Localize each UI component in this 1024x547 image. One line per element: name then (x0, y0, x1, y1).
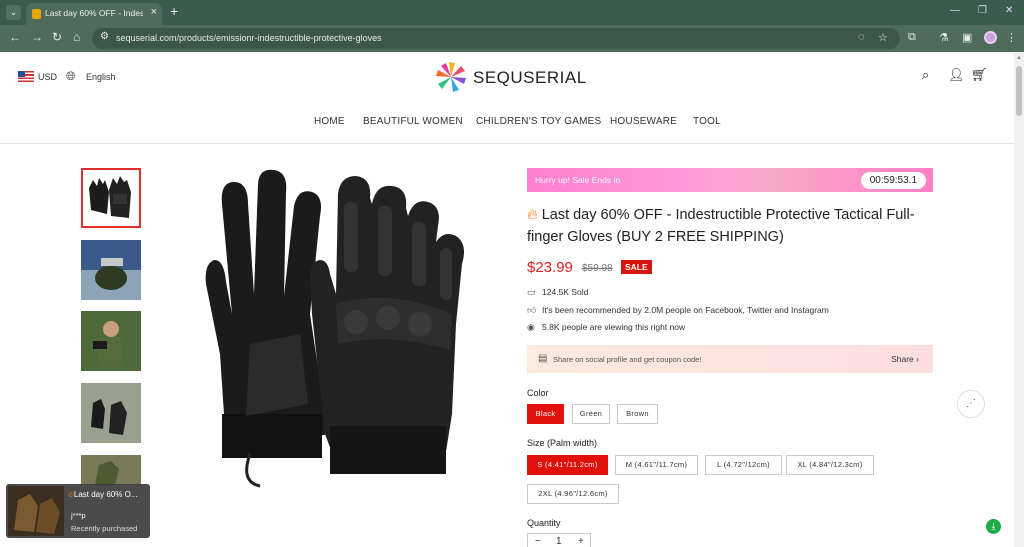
share-coupon-text: Share on social profile and get coupon c… (553, 355, 702, 364)
size-option-l[interactable]: L (4.72"/12cm) (705, 455, 782, 475)
viewers-row: ◉ 5.8K people are viewing this right now (527, 322, 685, 333)
viewers-text: 5.8K people are viewing this right now (542, 322, 686, 332)
countdown-timer: 00:59:53.1 (860, 172, 926, 189)
nav-item-houseware[interactable]: HOUSEWARE (610, 116, 677, 127)
color-label: Color (527, 388, 549, 398)
size-option-xl[interactable]: XL (4.84"/12.3cm) (786, 455, 874, 475)
recent-purchase-popup[interactable]: 🔥︎Last day 60% O... j***p Recently purch… (6, 484, 150, 538)
nav-item-tool[interactable]: TOOL (693, 116, 721, 127)
size-option-s[interactable]: S (4.41"/11.2cm) (527, 455, 608, 475)
window-close-icon[interactable]: ✕ (1005, 5, 1013, 16)
eye-icon: ◉ (527, 322, 535, 332)
profile-avatar[interactable] (984, 31, 997, 44)
share-button[interactable]: Share › (891, 354, 919, 364)
browser-tab-active[interactable]: Last day 60% OFF - Indestr × (26, 3, 162, 25)
bookmark-star-icon[interactable]: ☆ (878, 31, 888, 44)
browser-toolbar: ← → ↻ ⌂ ⚙ sequserial.com/products/emissi… (0, 25, 1024, 52)
page-scrollbar[interactable]: ▲ (1014, 52, 1024, 547)
language-selector[interactable]: English (86, 72, 116, 82)
back-icon[interactable]: ← (9, 30, 21, 44)
compare-at-price: $59.98 (582, 263, 613, 274)
bag-icon: ▭ (527, 287, 536, 297)
quantity-stepper[interactable]: − 1 + (527, 533, 591, 547)
main-navigation: HOME BEAUTIFUL WOMEN CHILDREN'S TOY GAME… (0, 112, 1014, 132)
reload-icon[interactable]: ↻ (52, 30, 62, 44)
size-option-m[interactable]: M (4.61"/11.7cm) (615, 455, 698, 475)
product-price: $23.99 (527, 259, 573, 276)
search-icon[interactable]: ⌕ (922, 67, 929, 83)
account-icon[interactable]: 👤︎ (948, 67, 965, 83)
brand-logo-icon[interactable] (434, 60, 468, 94)
quantity-increase-button[interactable]: + (578, 536, 584, 547)
home-icon[interactable]: ⌂ (73, 30, 80, 44)
menu-kebab-icon[interactable]: ⋮ (1006, 31, 1017, 44)
eye-off-icon[interactable]: ◌ (858, 31, 865, 43)
tab-close-icon[interactable]: × (151, 6, 157, 18)
new-tab-icon[interactable]: + (170, 3, 178, 19)
currency-selector[interactable]: USD (38, 72, 57, 82)
side-panel-icon[interactable]: ▣ (962, 31, 972, 44)
download-app-icon[interactable]: ⤓ (986, 519, 1001, 534)
color-option-green[interactable]: Green (572, 404, 610, 424)
coupon-icon: ▤ (538, 353, 548, 364)
forward-icon[interactable]: → (31, 30, 43, 44)
quantity-label: Quantity (527, 518, 561, 528)
toast-title-text: Last day 60% O... (73, 490, 138, 499)
product-thumbnail[interactable] (81, 311, 141, 371)
share-coupon-bar[interactable]: ▤ Share on social profile and get coupon… (527, 345, 933, 373)
product-thumbnail[interactable] (81, 455, 141, 485)
labs-flask-icon[interactable]: ⚗ (939, 31, 949, 44)
maximize-icon[interactable]: ❐ (978, 5, 987, 16)
toast-product-image (8, 486, 64, 536)
thumbs-up-icon: 👍︎ (527, 305, 537, 315)
fire-icon: 🔥︎ (527, 207, 538, 223)
scroll-up-icon[interactable]: ▲ (1016, 55, 1022, 61)
address-bar[interactable]: ⚙ sequserial.com/products/emissionr-inde… (92, 28, 900, 49)
nav-item-beautiful-women[interactable]: BEAUTIFUL WOMEN (363, 116, 463, 127)
cart-icon[interactable]: 🛒︎ (971, 67, 988, 83)
recommended-row: 👍︎ It's been recommended by 2.0M people o… (527, 305, 829, 316)
quantity-value[interactable]: 1 (556, 536, 562, 547)
tab-title: Last day 60% OFF - Indestr (45, 8, 143, 18)
size-option-2xl[interactable]: 2XL (4.96"/12.6cm) (527, 484, 619, 504)
toast-status: Recently purchased (71, 524, 138, 533)
chevron-right-icon: › (916, 354, 919, 364)
product-thumbnail[interactable] (81, 240, 141, 300)
extensions-icon[interactable]: ⧉ (908, 31, 916, 44)
brand-name[interactable]: SEQUSERIAL (473, 68, 587, 88)
sale-countdown-banner: Hurry up! Sale Ends in 00:59:53.1 (527, 168, 933, 192)
globe-icon[interactable]: 🌐︎ (66, 69, 76, 84)
share-button-label: Share (891, 354, 914, 364)
countdown-label: Hurry up! Sale Ends in (535, 175, 621, 185)
minimize-icon[interactable]: — (950, 5, 960, 16)
sold-count-row: ▭ 124.5K Sold (527, 287, 588, 298)
browser-tab-strip: ⌄ Last day 60% OFF - Indestr × + — ❐ ✕ (0, 0, 1024, 25)
product-thumbnail[interactable] (81, 383, 141, 443)
nav-item-home[interactable]: HOME (314, 116, 345, 127)
recommended-text: It's been recommended by 2.0M people on … (542, 305, 829, 315)
sale-badge: SALE (621, 260, 652, 274)
product-main-image[interactable] (160, 164, 510, 494)
tab-favicon-icon (32, 9, 41, 19)
header-divider (0, 143, 1014, 144)
site-header: USD 🌐︎ English SEQUSERIAL ⌕ 👤︎ 🛒︎ (0, 52, 1014, 100)
url-text[interactable]: sequserial.com/products/emissionr-indest… (116, 33, 382, 43)
site-info-icon[interactable]: ⚙ (100, 31, 109, 42)
toast-buyer: j***p (71, 511, 86, 520)
toast-title: 🔥︎Last day 60% O... (68, 490, 148, 500)
scrollbar-thumb[interactable] (1016, 66, 1022, 116)
sold-count: 124.5K Sold (542, 287, 589, 297)
nav-item-childrens-toy-games[interactable]: CHILDREN'S TOY GAMES (476, 116, 601, 127)
floating-share-icon[interactable]: ⋰ (957, 390, 985, 418)
color-option-black[interactable]: Black (527, 404, 564, 424)
product-thumbnail[interactable] (81, 168, 141, 228)
us-flag-icon[interactable] (18, 71, 34, 82)
tab-search-button[interactable]: ⌄ (6, 5, 21, 20)
color-option-brown[interactable]: Brown (617, 404, 658, 424)
size-label: Size (Palm width) (527, 438, 598, 448)
quantity-decrease-button[interactable]: − (535, 536, 541, 547)
product-title-text: Last day 60% OFF - Indestructible Protec… (527, 207, 915, 245)
product-title: 🔥︎ Last day 60% OFF - Indestructible Pro… (527, 204, 937, 248)
